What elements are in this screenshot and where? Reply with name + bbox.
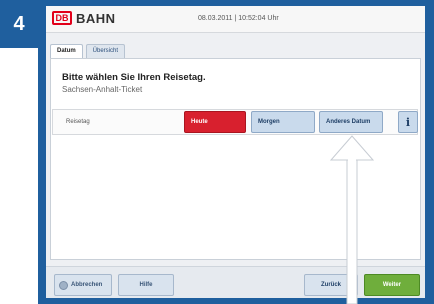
- arrow-up-icon: [329, 135, 375, 304]
